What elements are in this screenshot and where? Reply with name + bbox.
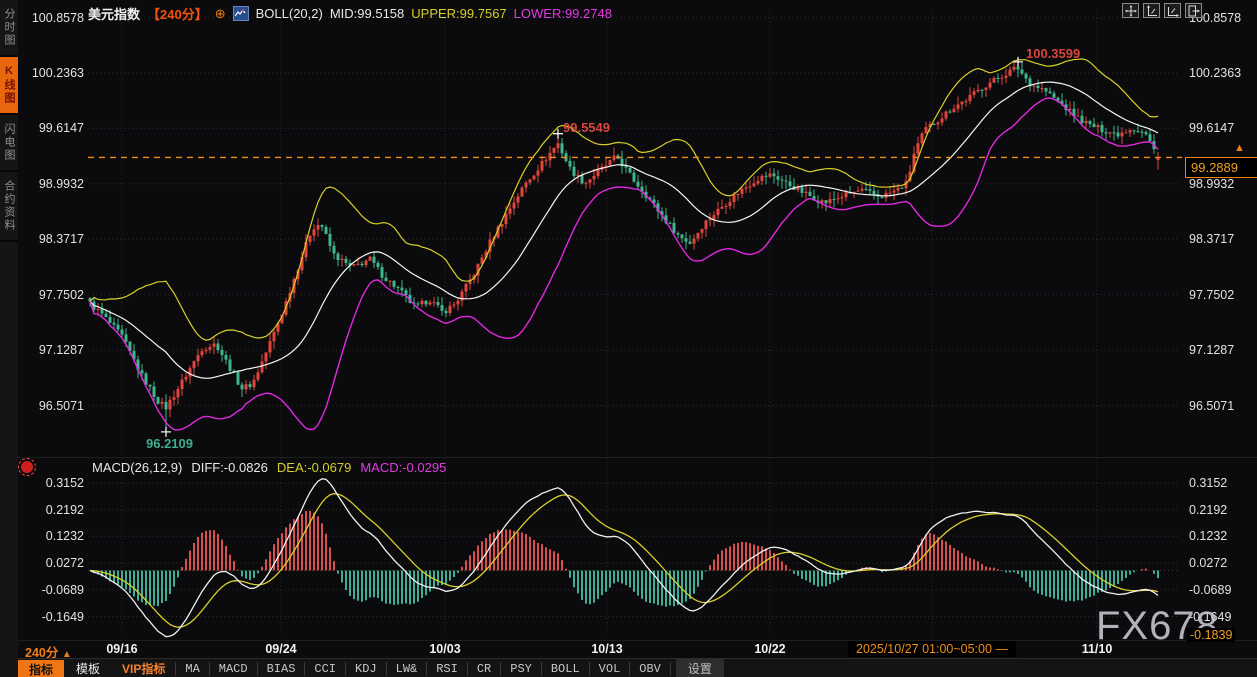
price-axis-label-right: 98.9932 <box>1189 176 1235 191</box>
toolbar-item-lw[interactable]: LW& <box>385 661 427 676</box>
add-indicator-icon[interactable]: ⊕ <box>215 6 226 22</box>
macd-header: MACD(26,12,9) DIFF:-0.0826 DEA:-0.0679 M… <box>92 460 446 475</box>
toolbar-item-cci[interactable]: CCI <box>304 661 345 676</box>
price-axis-label-right: 97.1287 <box>1189 343 1235 358</box>
trading-terminal: 分时图 K线图 闪电图 合约资料 美元指数 【240分】 ⊕ BOLL(20,2) M… <box>0 0 1257 677</box>
x-axis-date-label: 10/13 <box>591 642 623 656</box>
price-axis-label-right: 97.7502 <box>1189 287 1235 302</box>
macd-axis-label-left: 0.3152 <box>45 476 84 490</box>
price-axis-label-right: 98.3717 <box>1189 232 1235 247</box>
pop-out-icon[interactable] <box>1185 3 1202 18</box>
toolbar-item-boll[interactable]: BOLL <box>540 661 589 676</box>
side-tab-kline[interactable]: K线图 <box>0 57 18 115</box>
price-axis-label-left: 99.6147 <box>38 121 84 136</box>
watermark: FX678 <box>1096 604 1219 648</box>
macd-axis-label-right: 0.0272 <box>1189 556 1228 571</box>
x-axis-date-label: 10/22 <box>754 642 786 656</box>
macd-axis-label-left: 0.1232 <box>45 529 84 544</box>
macd-axis-label-left: 0.0272 <box>45 556 84 571</box>
x-axis-row: 240分 ▲ 2025/10/27 01:00~05:00 — 09/16 09/… <box>18 640 1257 660</box>
crosshair-date-label: 2025/10/27 01:00~05:00 — <box>848 641 1016 657</box>
price-axis-label-left: 98.3717 <box>38 232 84 247</box>
macd-axis-label-left: -0.0689 <box>41 582 84 597</box>
toolbar-item-cr[interactable]: CR <box>466 661 500 676</box>
boll-upper-value: UPPER:99.7567 <box>411 6 507 21</box>
pan-tool-icon[interactable] <box>1122 3 1139 18</box>
macd-axis-label-right: -0.0689 <box>1189 582 1232 597</box>
price-axis-label-right: 100.2363 <box>1189 65 1242 80</box>
toolbar-item-kdj[interactable]: KDJ <box>345 661 386 676</box>
macd-dea-value: DEA:-0.0679 <box>276 460 352 475</box>
vip-indicator-tab[interactable]: VIP指标 <box>112 659 175 677</box>
price-axis-label-left: 100.2363 <box>31 65 84 80</box>
price-axis-label-left: 96.5071 <box>38 398 84 413</box>
macd-diff-value: DIFF:-0.0826 <box>191 460 268 475</box>
toolbar-item-macd[interactable]: MACD <box>208 661 257 676</box>
price-axis-label-left: 97.7502 <box>38 287 84 302</box>
indicator-logo-icon <box>232 6 249 21</box>
price-macd-chart[interactable] <box>0 0 1257 677</box>
macd-axis-label-right: 0.2192 <box>1189 502 1228 517</box>
toolbar-item-psy[interactable]: PSY <box>500 661 541 676</box>
chart-controls <box>1122 3 1202 18</box>
price-axis-label-right: 96.5071 <box>1189 398 1235 413</box>
macd-axis-label-right: 0.3152 <box>1189 476 1228 490</box>
side-tab-bar: 分时图 K线图 闪电图 合约资料 <box>0 0 18 677</box>
toolbar-item-bias[interactable]: BIAS <box>256 661 305 676</box>
toolbar-item-ma[interactable]: MA <box>175 661 208 676</box>
toolbar-item-obv[interactable]: OBV <box>629 661 671 676</box>
boll-mid-value: MID:99.5158 <box>329 6 405 21</box>
macd-panel-icon[interactable] <box>18 458 36 476</box>
price-axis-label-left: 98.9932 <box>38 176 84 191</box>
scale-y-axis-icon[interactable] <box>1143 3 1160 18</box>
macd-axis-label-left: 0.2192 <box>45 502 84 517</box>
price-axis-label-right: 99.6147 <box>1189 121 1235 136</box>
boll-label: BOLL(20,2) <box>255 6 323 21</box>
swing-high-annotation: 99.5549 <box>563 120 610 135</box>
high-annotation: 100.3599 <box>1026 46 1081 61</box>
scale-x-axis-icon[interactable] <box>1164 3 1181 18</box>
x-axis-date-label: 09/24 <box>265 642 297 656</box>
macd-label: MACD(26,12,9) <box>92 460 183 475</box>
last-price-tag: 99.2889 <box>1185 157 1257 178</box>
indicator-tab[interactable]: 指标 <box>18 659 65 677</box>
price-arrow-icon: ▲ <box>1234 142 1245 154</box>
toolbar-item-rsi[interactable]: RSI <box>426 661 467 676</box>
low-annotation: 96.2109 <box>146 436 193 451</box>
toolbar-item-vol[interactable]: VOL <box>588 661 630 676</box>
macd-macd-value: MACD:-0.0295 <box>360 460 447 475</box>
side-tab-flash[interactable]: 闪电图 <box>0 115 18 172</box>
macd-current-value: -0.1839 <box>1187 628 1236 642</box>
x-axis-date-label: 09/16 <box>106 642 138 656</box>
side-tab-time-share[interactable]: 分时图 <box>0 0 18 57</box>
price-axis-label-left: 100.8578 <box>31 10 84 25</box>
macd-axis-label-right: 0.1232 <box>1189 529 1228 544</box>
period-label: 【240分】 <box>147 7 208 22</box>
settings-button[interactable]: 设置 <box>675 659 724 677</box>
x-axis-date-label: 10/03 <box>429 642 461 656</box>
side-tab-contract-info[interactable]: 合约资料 <box>0 172 18 242</box>
template-tab[interactable]: 模板 <box>64 659 112 677</box>
indicator-toolbar: 指标 模板 VIP指标 MA MACD BIAS CCI KDJ LW& RSI CR PSY B… <box>18 658 1257 677</box>
macd-axis-label-left: -0.1649 <box>41 609 84 624</box>
symbol-name: 美元指数 <box>88 7 141 22</box>
chart-header: 美元指数 【240分】 ⊕ BOLL(20,2) MID:99.5158 UPP… <box>88 4 612 23</box>
price-axis-label-left: 97.1287 <box>38 343 84 358</box>
boll-lower-value: LOWER:99.2748 <box>513 6 612 21</box>
